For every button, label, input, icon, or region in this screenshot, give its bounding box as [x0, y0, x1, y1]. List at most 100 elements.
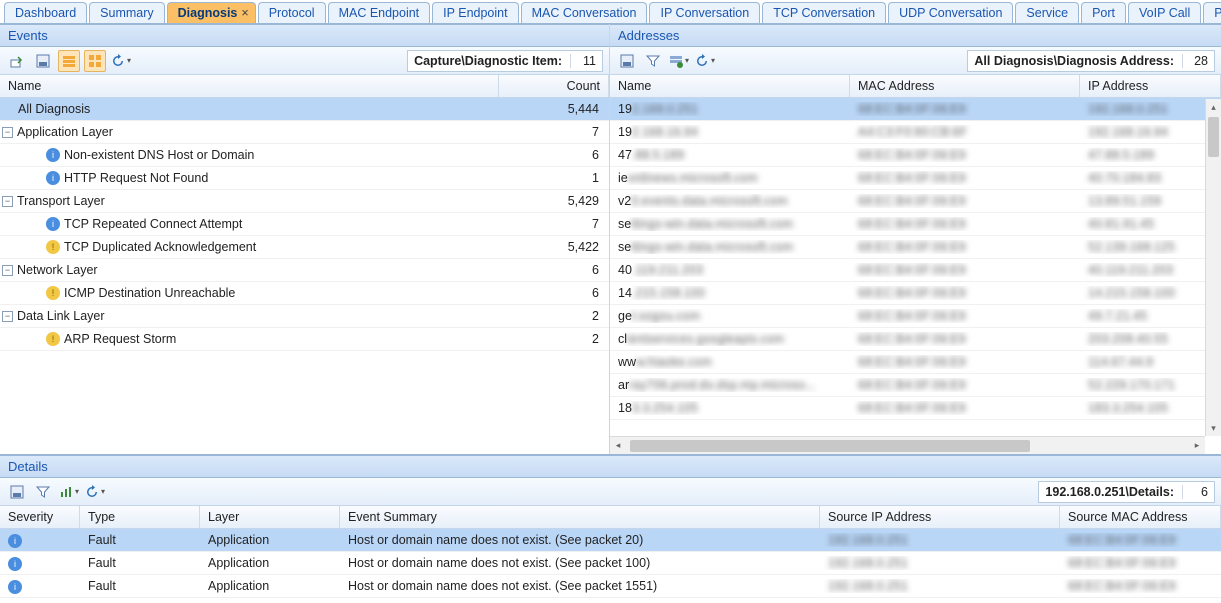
detail-row[interactable]: iFaultApplicationHost or domain name doe…	[0, 575, 1221, 598]
event-row[interactable]: iNon-existent DNS Host or Domain6	[0, 144, 609, 167]
horizontal-scrollbar[interactable]: ◂ ▸	[610, 436, 1205, 454]
event-row[interactable]: −Application Layer7	[0, 121, 609, 144]
address-row[interactable]: 192.168.0.25168:EC:B4:0F:06:E9192.168.0.…	[610, 98, 1221, 121]
expand-icon[interactable]: −	[2, 127, 13, 138]
scroll-right-icon[interactable]: ▸	[1189, 440, 1205, 451]
tab-ip-endpoint[interactable]: IP Endpoint	[432, 2, 518, 23]
address-row[interactable]: settings-win.data.microsoft.com68:EC:B4:…	[610, 213, 1221, 236]
tab-udp-conversation[interactable]: UDP Conversation	[888, 2, 1013, 23]
event-label: Non-existent DNS Host or Domain	[64, 148, 254, 162]
locate-icon[interactable]: ▾	[668, 50, 690, 72]
refresh-icon[interactable]: ▾	[84, 481, 106, 503]
address-row[interactable]: 40.119.211.20368:EC:B4:0F:06:E940.119.21…	[610, 259, 1221, 282]
event-count: 6	[499, 286, 609, 300]
col-summary[interactable]: Event Summary	[340, 506, 820, 528]
export-icon[interactable]	[6, 50, 28, 72]
tab-summary[interactable]: Summary	[89, 2, 164, 23]
tab-dashboard[interactable]: Dashboard	[4, 2, 87, 23]
severity-icon: i	[8, 534, 22, 548]
close-icon[interactable]: ×	[241, 6, 248, 20]
filter-icon[interactable]	[642, 50, 664, 72]
tab-mac-conversation[interactable]: MAC Conversation	[521, 2, 648, 23]
col-source-mac[interactable]: Source MAC Address	[1060, 506, 1221, 528]
tab-tcp-conversation[interactable]: TCP Conversation	[762, 2, 886, 23]
addr-mac: 68:EC:B4:0F:06:E9	[850, 194, 1080, 208]
expand-icon[interactable]: −	[2, 265, 13, 276]
address-row[interactable]: settings-win.data.microsoft.com68:EC:B4:…	[610, 236, 1221, 259]
scroll-down-icon[interactable]: ▾	[1206, 420, 1221, 436]
detail-row[interactable]: iFaultApplicationHost or domain name doe…	[0, 552, 1221, 575]
address-row[interactable]: 192.168.16.94A4:C3:F0:90:CB:6F192.168.16…	[610, 121, 1221, 144]
address-row[interactable]: 14.215.158.10068:EC:B4:0F:06:E914.215.15…	[610, 282, 1221, 305]
tab-process[interactable]: Process	[1203, 2, 1221, 23]
save-icon[interactable]	[6, 481, 28, 503]
addresses-header: Addresses	[610, 24, 1221, 47]
filter-icon[interactable]	[32, 481, 54, 503]
event-row[interactable]: !ARP Request Storm2	[0, 328, 609, 351]
address-row[interactable]: array706.prod.do.dsp.mp.microso...68:EC:…	[610, 374, 1221, 397]
addr-mac: 68:EC:B4:0F:06:E9	[850, 401, 1080, 415]
event-count: 7	[499, 125, 609, 139]
event-count: 1	[499, 171, 609, 185]
tab-protocol[interactable]: Protocol	[258, 2, 326, 23]
addr-ip: 52.139.168.125	[1080, 240, 1221, 254]
col-type[interactable]: Type	[80, 506, 200, 528]
event-row[interactable]: iHTTP Request Not Found1	[0, 167, 609, 190]
scroll-thumb[interactable]	[1208, 117, 1219, 157]
addr-mac: 68:EC:B4:0F:06:E9	[850, 332, 1080, 346]
event-row[interactable]: iTCP Repeated Connect Attempt7	[0, 213, 609, 236]
event-row[interactable]: All Diagnosis5,444	[0, 98, 609, 121]
col-severity[interactable]: Severity	[0, 506, 80, 528]
addr-name: array706.prod.do.dsp.mp.microso...	[610, 378, 850, 392]
scroll-thumb[interactable]	[630, 440, 1030, 452]
address-row[interactable]: ieonlinews.microsoft.com68:EC:B4:0F:06:E…	[610, 167, 1221, 190]
chart-icon[interactable]: ▾	[58, 481, 80, 503]
event-label: ICMP Destination Unreachable	[64, 286, 235, 300]
tab-mac-endpoint[interactable]: MAC Endpoint	[328, 2, 431, 23]
scroll-up-icon[interactable]: ▴	[1206, 99, 1221, 115]
events-header: Events	[0, 24, 609, 47]
col-mac[interactable]: MAC Address	[850, 75, 1080, 97]
dropdown-icon[interactable]: ▾	[127, 56, 131, 65]
tab-port[interactable]: Port	[1081, 2, 1126, 23]
save-log-icon[interactable]	[32, 50, 54, 72]
tab-diagnosis[interactable]: Diagnosis×	[167, 2, 256, 23]
col-ip[interactable]: IP Address	[1080, 75, 1221, 97]
address-row[interactable]: 183.3.254.10568:EC:B4:0F:06:E9183.3.254.…	[610, 397, 1221, 420]
dropdown-icon[interactable]: ▾	[685, 56, 689, 65]
col-layer[interactable]: Layer	[200, 506, 340, 528]
col-name[interactable]: Name	[0, 75, 499, 97]
tab-voip-call[interactable]: VoIP Call	[1128, 2, 1201, 23]
address-row[interactable]: get.sogou.com68:EC:B4:0F:06:E949.7.21.45	[610, 305, 1221, 328]
col-source-ip[interactable]: Source IP Address	[820, 506, 1060, 528]
tab-ip-conversation[interactable]: IP Conversation	[649, 2, 760, 23]
dropdown-icon[interactable]: ▾	[101, 487, 105, 496]
scroll-left-icon[interactable]: ◂	[610, 440, 626, 451]
col-count[interactable]: Count	[499, 75, 609, 97]
tab-service[interactable]: Service	[1015, 2, 1079, 23]
details-crumb-label: 192.168.0.251\Details:	[1045, 485, 1174, 499]
save-icon[interactable]	[616, 50, 638, 72]
dropdown-icon[interactable]: ▾	[711, 56, 715, 65]
col-name[interactable]: Name	[610, 75, 850, 97]
view-list-icon[interactable]	[58, 50, 80, 72]
dropdown-icon[interactable]: ▾	[75, 487, 79, 496]
event-row[interactable]: !ICMP Destination Unreachable6	[0, 282, 609, 305]
event-row[interactable]: −Network Layer6	[0, 259, 609, 282]
refresh-icon[interactable]: ▾	[110, 50, 132, 72]
address-row[interactable]: 47.88.5.18968:EC:B4:0F:06:E947.88.5.189	[610, 144, 1221, 167]
event-row[interactable]: −Transport Layer5,429	[0, 190, 609, 213]
addr-name: 14.215.158.100	[610, 286, 850, 300]
event-row[interactable]: −Data Link Layer2	[0, 305, 609, 328]
address-row[interactable]: clientservices.googleapis.com68:EC:B4:0F…	[610, 328, 1221, 351]
view-grid-icon[interactable]	[84, 50, 106, 72]
event-row[interactable]: !TCP Duplicated Acknowledgement5,422	[0, 236, 609, 259]
detail-row[interactable]: iFaultApplicationHost or domain name doe…	[0, 529, 1221, 552]
address-row[interactable]: www.hiaoke.com68:EC:B4:0F:06:E9114.67.44…	[610, 351, 1221, 374]
addr-mac: 68:EC:B4:0F:06:E9	[850, 355, 1080, 369]
refresh-icon[interactable]: ▾	[694, 50, 716, 72]
expand-icon[interactable]: −	[2, 311, 13, 322]
vertical-scrollbar[interactable]: ▴ ▾	[1205, 99, 1221, 436]
expand-icon[interactable]: −	[2, 196, 13, 207]
address-row[interactable]: v20.events.data.microsoft.com68:EC:B4:0F…	[610, 190, 1221, 213]
